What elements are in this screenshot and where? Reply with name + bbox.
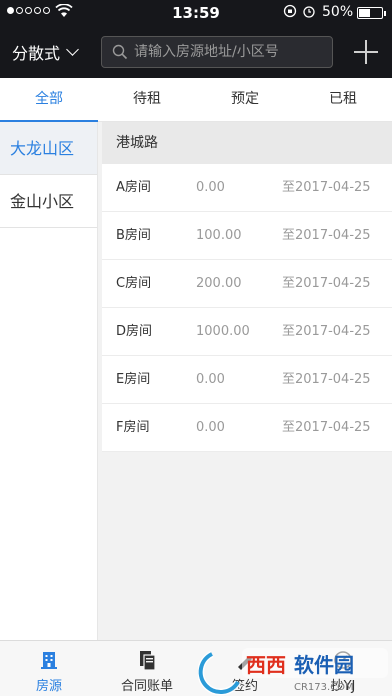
add-icon[interactable] [354,40,378,64]
room-name: C房间 [116,276,152,291]
room-amount: 0.00 [196,180,225,195]
filter-tabs: 全部 待租 预定 已租 [0,78,392,122]
list-item[interactable]: E房间 0.00 至2017-04-25 [102,356,392,404]
room-amount: 200.00 [196,276,242,291]
chevron-down-icon [66,43,79,56]
list-item[interactable]: B房间 100.00 至2017-04-25 [102,212,392,260]
tab-listings[interactable]: 房源 [0,641,98,696]
top-bar: 13:59 50% 分散式 [0,0,392,78]
room-date: 至2017-04-25 [282,180,371,195]
room-name: A房间 [116,180,151,195]
room-date: 至2017-04-25 [282,324,371,339]
tab-rented[interactable]: 已租 [294,78,392,121]
room-date: 至2017-04-25 [282,228,371,243]
room-name: E房间 [116,372,151,387]
svg-text:软件园: 软件园 [294,653,354,677]
room-date: 至2017-04-25 [282,276,371,291]
search-icon [112,44,128,60]
room-list: A房间 0.00 至2017-04-25 B房间 100.00 至2017-04… [102,164,392,452]
room-amount: 100.00 [196,228,242,243]
tab-pending-rent[interactable]: 待租 [98,78,196,121]
svg-text:CR173.COM: CR173.COM [294,682,354,693]
room-amount: 1000.00 [196,324,250,339]
tab-all[interactable]: 全部 [0,78,98,122]
list-item[interactable]: C房间 200.00 至2017-04-25 [102,260,392,308]
tab-label: 合同账单 [120,679,173,694]
search-box[interactable] [101,36,333,68]
mode-label: 分散式 [12,44,61,63]
battery-icon [357,7,386,19]
room-amount: 0.00 [196,420,225,435]
sidebar-item-jinshan[interactable]: 金山小区 [0,175,97,228]
section-title: 港城路 [102,122,392,164]
room-name: D房间 [116,324,153,339]
room-list-panel: 港城路 A房间 0.00 至2017-04-25 B房间 100.00 至201… [102,122,392,452]
status-bar: 13:59 50% [0,0,392,26]
svg-text:西西: 西西 [246,653,286,677]
room-date: 至2017-04-25 [282,420,371,435]
tab-contracts[interactable]: 合同账单 [98,641,196,696]
tab-reserved[interactable]: 预定 [196,78,294,121]
sidebar-item-dalongshan[interactable]: 大龙山区 [0,122,97,175]
alarm-icon [303,6,315,18]
room-amount: 0.00 [196,372,225,387]
room-name: F房间 [116,420,150,435]
room-name: B房间 [116,228,151,243]
tab-label: 房源 [35,679,62,694]
document-icon [140,651,156,671]
room-date: 至2017-04-25 [282,372,371,387]
rotation-lock-icon [283,4,297,18]
battery-percent: 50% [322,4,354,20]
list-item[interactable]: F房间 0.00 至2017-04-25 [102,404,392,452]
mode-selector[interactable]: 分散式 [12,40,79,64]
search-input[interactable] [134,39,324,65]
building-icon [41,652,57,669]
watermark-logo: 西西 软件园 CR173.COM [198,648,388,696]
list-item[interactable]: D房间 1000.00 至2017-04-25 [102,308,392,356]
list-item[interactable]: A房间 0.00 至2017-04-25 [102,164,392,212]
community-sidebar: 大龙山区 金山小区 [0,122,98,640]
